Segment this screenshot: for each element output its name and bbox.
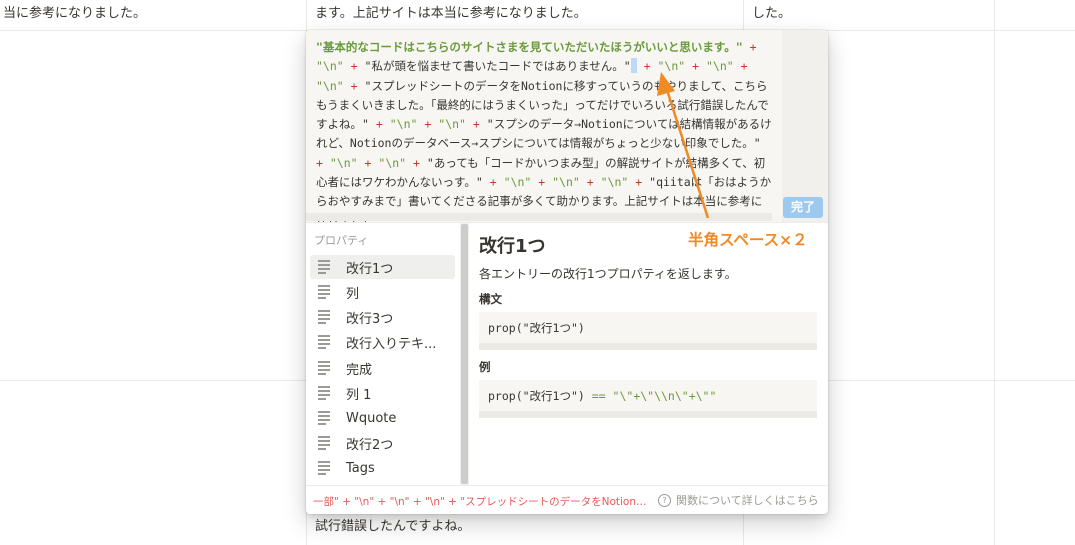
arrow-head [657, 72, 675, 96]
annotation-label: 半角スペース×２ [688, 231, 808, 249]
annotation-arrow [657, 72, 710, 219]
arrow-shaft [665, 89, 710, 219]
